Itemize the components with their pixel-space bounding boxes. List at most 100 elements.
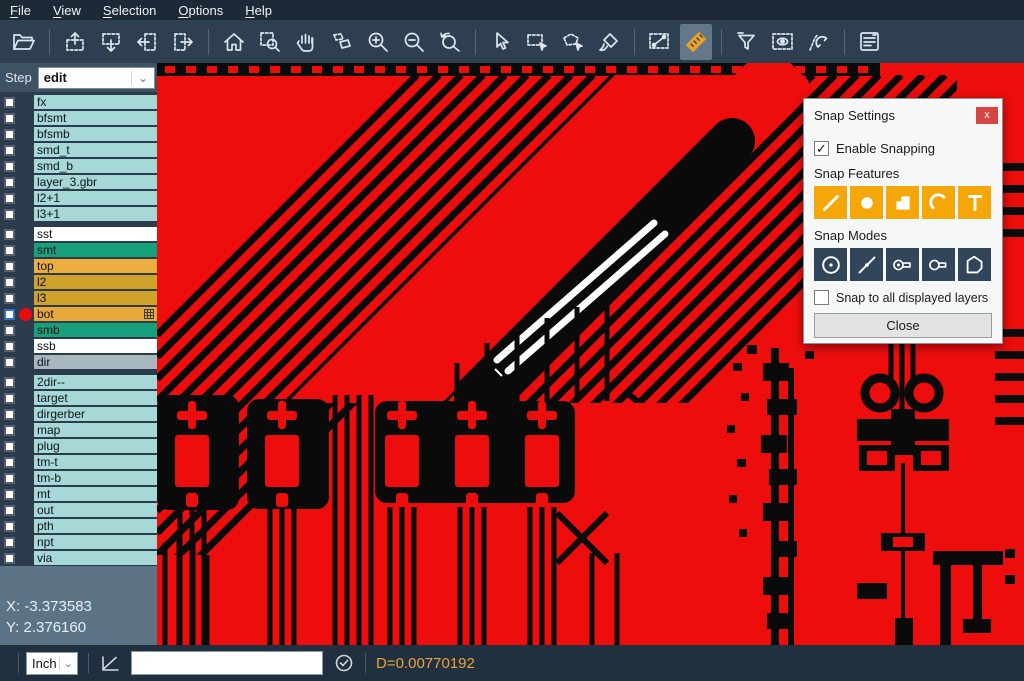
layer-checkbox[interactable] [4,325,15,336]
layer-color-bar[interactable]: l2+1 [34,191,157,206]
layer-row[interactable]: map [0,422,157,438]
layer-color-bar[interactable]: tm-b [34,471,157,486]
close-button[interactable]: Close [814,313,992,338]
enable-snapping-checkbox[interactable]: ✓ [814,141,829,156]
snap-arc-icon[interactable] [922,186,955,219]
snap-slot-hole-icon[interactable] [886,248,919,281]
layer-row[interactable]: l3+1 [0,206,157,222]
select-cursor-icon[interactable] [485,24,517,60]
layer-row[interactable]: npt [0,534,157,550]
layer-checkbox[interactable] [4,473,15,484]
layer-color-bar[interactable]: map [34,423,157,438]
sync-check-icon[interactable] [333,652,355,674]
snap-center-icon[interactable] [814,248,847,281]
layer-color-bar[interactable]: layer_3.gbr [34,175,157,190]
brush-icon[interactable] [593,24,625,60]
layer-color-bar[interactable]: dir [34,355,157,370]
menu-item-view[interactable]: View [53,3,81,18]
layer-row[interactable]: tm-t [0,454,157,470]
unit-select[interactable]: Inch ⌄ [26,652,78,675]
snap-corner-icon[interactable] [958,248,991,281]
layer-color-bar[interactable]: bot [34,307,157,322]
layer-row[interactable]: layer_3.gbr [0,174,157,190]
layer-color-bar[interactable]: bfsmt [34,111,157,126]
command-input[interactable] [131,651,323,675]
zoom-out-icon[interactable] [398,24,430,60]
layer-row[interactable]: bot [0,306,157,322]
paste-left-icon[interactable] [131,24,163,60]
layer-row[interactable]: mt [0,486,157,502]
layer-row[interactable]: l3 [0,290,157,306]
paste-up-icon[interactable] [59,24,91,60]
snap-surface-icon[interactable] [886,186,919,219]
layer-color-bar[interactable]: npt [34,535,157,550]
layer-row[interactable]: pth [0,518,157,534]
layer-color-bar[interactable]: 2dir-- [34,375,157,390]
layer-row[interactable]: dirgerber [0,406,157,422]
layer-row[interactable]: l2 [0,274,157,290]
rect-select-icon[interactable] [521,24,553,60]
layer-row[interactable]: 2dir-- [0,374,157,390]
measure-points-icon[interactable] [644,24,676,60]
zoom-region-icon[interactable] [254,24,286,60]
layer-row[interactable]: bfsmt [0,110,157,126]
layer-checkbox[interactable] [4,129,15,140]
layer-checkbox[interactable] [4,293,15,304]
layer-checkbox[interactable] [4,377,15,388]
snap-all-layers-row[interactable]: ✓ Snap to all displayed layers [814,290,992,305]
layer-color-bar[interactable]: fx [34,95,157,110]
step-select[interactable]: edit ⌄ [38,67,155,89]
layer-color-bar[interactable]: smd_b [34,159,157,174]
report-icon[interactable] [854,24,886,60]
layer-row[interactable]: top [0,258,157,274]
layer-row[interactable]: fx [0,94,157,110]
layer-checkbox[interactable] [4,553,15,564]
layer-checkbox[interactable] [4,409,15,420]
move-polygon-icon[interactable] [326,24,358,60]
layer-color-bar[interactable]: top [34,259,157,274]
layer-checkbox[interactable] [4,505,15,516]
layer-checkbox[interactable] [4,145,15,156]
home-icon[interactable] [218,24,250,60]
layer-checkbox[interactable] [4,521,15,532]
layer-checkbox[interactable] [4,245,15,256]
layer-color-bar[interactable]: plug [34,439,157,454]
layer-row[interactable]: bfsmb [0,126,157,142]
layer-color-bar[interactable]: tm-t [34,455,157,470]
layer-checkbox[interactable] [4,489,15,500]
snap-pad-icon[interactable] [850,186,883,219]
layer-color-bar[interactable]: bfsmb [34,127,157,142]
layer-row[interactable]: plug [0,438,157,454]
zoom-in-icon[interactable] [362,24,394,60]
layer-row[interactable]: smd_t [0,142,157,158]
layer-color-bar[interactable]: via [34,551,157,566]
layer-checkbox[interactable] [4,441,15,452]
layer-color-bar[interactable]: smt [34,243,157,258]
layer-checkbox[interactable] [4,425,15,436]
layer-color-bar[interactable]: smb [34,323,157,338]
menu-item-selection[interactable]: Selection [103,3,156,18]
layer-row[interactable]: dir [0,354,157,370]
layer-color-bar[interactable]: mt [34,487,157,502]
view-region-icon[interactable] [767,24,799,60]
snap-slot-icon[interactable] [922,248,955,281]
snap-all-layers-checkbox[interactable]: ✓ [814,290,829,305]
layer-color-bar[interactable]: target [34,391,157,406]
layer-checkbox[interactable] [4,97,15,108]
zoom-previous-icon[interactable] [434,24,466,60]
layer-checkbox[interactable] [4,537,15,548]
layer-color-bar[interactable]: out [34,503,157,518]
layer-checkbox[interactable] [4,177,15,188]
layer-color-bar[interactable]: l3+1 [34,207,157,222]
paste-down-icon[interactable] [95,24,127,60]
snap-midpoint-icon[interactable] [850,248,883,281]
ruler-icon[interactable] [680,24,712,60]
dialog-titlebar[interactable]: Snap Settings x [804,99,1002,127]
layer-checkbox[interactable] [4,357,15,368]
layer-checkbox[interactable] [4,309,15,320]
layer-row[interactable]: sst [0,226,157,242]
enable-snapping-row[interactable]: ✓ Enable Snapping [814,141,992,156]
snap-text-icon[interactable] [958,186,991,219]
chevron-down-icon[interactable]: ⌄ [59,657,77,670]
layer-row[interactable]: out [0,502,157,518]
